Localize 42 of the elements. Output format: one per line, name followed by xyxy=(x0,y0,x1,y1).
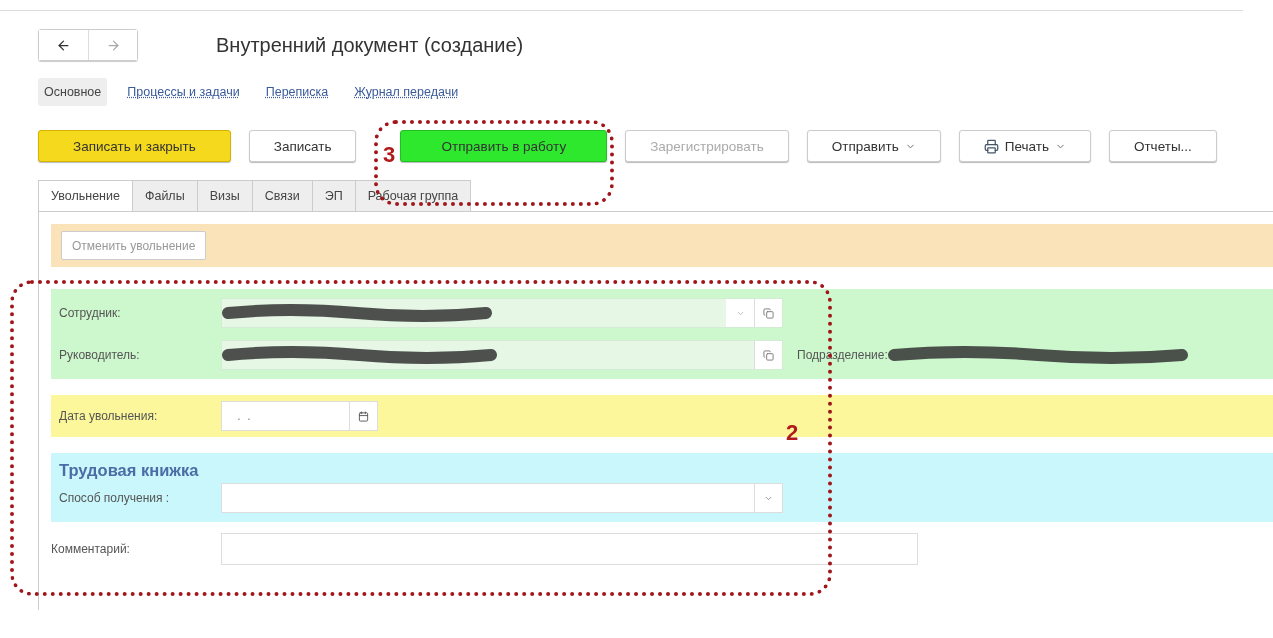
field-label: Способ получения : xyxy=(58,491,171,505)
back-button[interactable] xyxy=(39,30,88,60)
window-title: Внутренний документ (создание) xyxy=(216,33,524,57)
field-label: Руководитель: xyxy=(58,348,141,362)
field-label: Сотрудник: xyxy=(58,306,122,320)
tab[interactable]: Файлы xyxy=(131,180,198,211)
open-button[interactable] xyxy=(754,299,782,327)
tab[interactable]: ЭП xyxy=(311,180,356,211)
right-arrow-icon xyxy=(105,37,121,53)
field-label: Комментарий: xyxy=(51,542,131,556)
command-button[interactable]: Отчеты... xyxy=(1108,130,1217,162)
calendar-icon xyxy=(358,410,369,422)
copy-icon xyxy=(763,307,774,319)
field-label: Дата увольнения: xyxy=(58,409,159,423)
command-button[interactable]: Записать xyxy=(248,130,357,162)
dropdown-button[interactable] xyxy=(726,299,754,327)
section-link[interactable]: Переписка xyxy=(259,78,335,106)
command-button[interactable]: Отправить в работу xyxy=(400,130,608,162)
command-button[interactable]: Печать xyxy=(958,130,1091,162)
tab[interactable]: Рабочая группа xyxy=(354,180,472,211)
section-link[interactable]: Журнал передачи xyxy=(348,78,465,106)
tab[interactable]: Визы xyxy=(196,180,253,211)
open-button[interactable] xyxy=(754,341,782,369)
forward-button[interactable] xyxy=(88,30,137,60)
tab[interactable]: Увольнение xyxy=(38,180,133,211)
comment-field[interactable] xyxy=(221,533,918,565)
manager-field[interactable] xyxy=(221,340,783,370)
section-title: Трудовая книжка xyxy=(58,460,200,480)
command-button[interactable]: Записать и закрыть xyxy=(38,130,231,162)
section-link[interactable]: Основное xyxy=(38,78,108,106)
copy-icon xyxy=(763,349,774,361)
receipt-method-field[interactable] xyxy=(221,483,783,513)
date-field[interactable]: . . xyxy=(221,401,378,431)
callout-number: 3 xyxy=(383,142,396,168)
printer-icon xyxy=(983,138,999,154)
employee-field[interactable] xyxy=(221,298,783,328)
section-link[interactable]: Процессы и задачи xyxy=(121,78,246,106)
command-button[interactable]: Отправить xyxy=(806,130,941,162)
field-label: Подразделение: xyxy=(797,348,888,362)
callout-number: 2 xyxy=(786,420,799,446)
date-value: . . xyxy=(236,409,252,423)
tab[interactable]: Связи xyxy=(251,180,313,211)
